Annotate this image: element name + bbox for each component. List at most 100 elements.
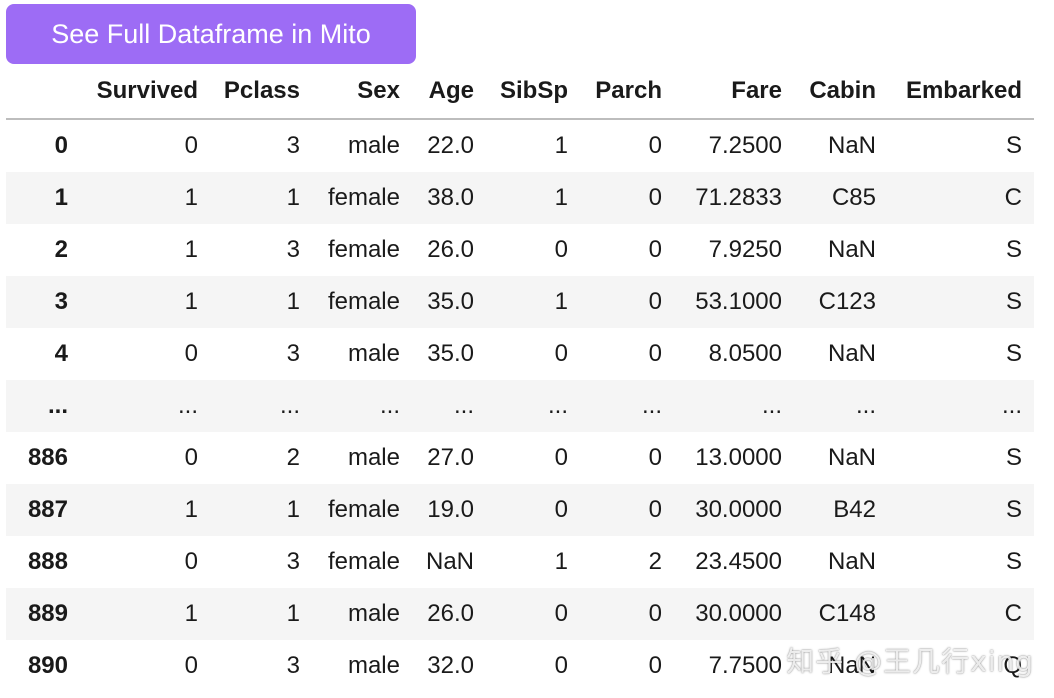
- column-header-embarked: Embarked: [888, 64, 1034, 120]
- cell-fare: 8.0500: [708, 340, 782, 367]
- cell-cabin: C85: [831, 184, 876, 211]
- cell-sibsp: 0: [554, 444, 568, 471]
- cell-age: 38.0: [427, 184, 474, 211]
- cell-pclass: 3: [286, 652, 300, 679]
- cell-cabin: NaN: [827, 652, 876, 679]
- table-row: 888 0 3 female NaN 1 2 23.4500 NaN S: [6, 536, 1034, 588]
- cell-survived: 1: [184, 600, 198, 627]
- cell-survived: ...: [177, 392, 198, 419]
- cell-cabin: B42: [833, 496, 876, 523]
- row-index-cell: 4: [54, 340, 68, 367]
- cell-survived: 1: [184, 496, 198, 523]
- cell-age: 35.0: [427, 340, 474, 367]
- cell-sibsp: 0: [554, 600, 568, 627]
- cell-sex: female: [327, 184, 400, 211]
- cell-sex: male: [347, 340, 400, 367]
- cell-age: 35.0: [427, 288, 474, 315]
- cell-sex: male: [347, 444, 400, 471]
- row-index-cell: ...: [47, 392, 68, 419]
- column-header-survived: Survived: [80, 64, 210, 120]
- cell-embarked: S: [1005, 340, 1022, 367]
- table-row: 0 0 3 male 22.0 1 0 7.2500 NaN S: [6, 119, 1034, 172]
- cell-cabin: NaN: [827, 236, 876, 263]
- cell-age: 26.0: [427, 600, 474, 627]
- cell-pclass: 3: [286, 236, 300, 263]
- table-row: 887 1 1 female 19.0 0 0 30.0000 B42 S: [6, 484, 1034, 536]
- cell-embarked: C: [1004, 600, 1022, 627]
- row-index-cell: 3: [54, 288, 68, 315]
- row-index-cell: 1: [54, 184, 68, 211]
- column-header-sex: Sex: [312, 64, 412, 120]
- cell-cabin: C148: [818, 600, 876, 627]
- cell-sibsp: 1: [554, 548, 568, 575]
- cell-cabin: ...: [855, 392, 876, 419]
- table-row: 889 1 1 male 26.0 0 0 30.0000 C148 C: [6, 588, 1034, 640]
- cell-parch: 0: [648, 496, 662, 523]
- cell-age: 27.0: [427, 444, 474, 471]
- cell-parch: 0: [648, 340, 662, 367]
- cell-parch: 0: [648, 600, 662, 627]
- column-header-cabin: Cabin: [794, 64, 888, 120]
- cell-embarked: S: [1005, 496, 1022, 523]
- cell-pclass: 3: [286, 132, 300, 159]
- cell-cabin: NaN: [827, 444, 876, 471]
- cell-fare: 13.0000: [695, 444, 782, 471]
- table-row: 3 1 1 female 35.0 1 0 53.1000 C123 S: [6, 276, 1034, 328]
- cell-age: 26.0: [427, 236, 474, 263]
- cell-embarked: ...: [1001, 392, 1022, 419]
- row-index-cell: 0: [54, 132, 68, 159]
- cell-sex: female: [327, 548, 400, 575]
- cell-parch: 0: [648, 184, 662, 211]
- cell-sibsp: 0: [554, 236, 568, 263]
- table-row: 4 0 3 male 35.0 0 0 8.0500 NaN S: [6, 328, 1034, 380]
- cell-embarked: S: [1005, 288, 1022, 315]
- cell-survived: 1: [184, 288, 198, 315]
- cell-parch: 2: [648, 548, 662, 575]
- row-index-cell: 889: [27, 600, 68, 627]
- cell-sex: male: [347, 652, 400, 679]
- table-row: 886 0 2 male 27.0 0 0 13.0000 NaN S: [6, 432, 1034, 484]
- table-row: 1 1 1 female 38.0 1 0 71.2833 C85 C: [6, 172, 1034, 224]
- column-header-parch: Parch: [580, 64, 674, 120]
- cell-survived: 0: [184, 444, 198, 471]
- cell-embarked: S: [1005, 548, 1022, 575]
- cell-embarked: C: [1004, 184, 1022, 211]
- cell-sibsp: 0: [554, 652, 568, 679]
- cell-sex: male: [347, 600, 400, 627]
- cell-fare: ...: [761, 392, 782, 419]
- row-index-cell: 2: [54, 236, 68, 263]
- cell-sibsp: 0: [554, 340, 568, 367]
- cell-fare: 30.0000: [695, 600, 782, 627]
- cell-parch: 0: [648, 288, 662, 315]
- cell-survived: 0: [184, 132, 198, 159]
- cell-survived: 1: [184, 184, 198, 211]
- index-header: [6, 64, 80, 120]
- cell-pclass: 3: [286, 548, 300, 575]
- see-full-dataframe-button[interactable]: See Full Dataframe in Mito: [6, 4, 416, 64]
- row-index-cell: 888: [27, 548, 68, 575]
- cell-survived: 0: [184, 340, 198, 367]
- row-index-cell: 887: [27, 496, 68, 523]
- cell-cabin: C123: [818, 288, 876, 315]
- cell-parch: 0: [648, 652, 662, 679]
- cell-survived: 0: [184, 548, 198, 575]
- cell-embarked: S: [1005, 236, 1022, 263]
- cell-sibsp: ...: [547, 392, 568, 419]
- cell-sex: female: [327, 496, 400, 523]
- cell-cabin: NaN: [827, 132, 876, 159]
- cell-embarked: Q: [1003, 652, 1022, 679]
- cell-pclass: 2: [286, 444, 300, 471]
- header-row: Survived Pclass Sex Age SibSp Parch Fare…: [6, 64, 1034, 120]
- cell-embarked: S: [1005, 444, 1022, 471]
- cell-cabin: NaN: [827, 548, 876, 575]
- column-header-age: Age: [412, 64, 486, 120]
- cell-sex: female: [327, 236, 400, 263]
- cell-embarked: S: [1005, 132, 1022, 159]
- cell-sex: ...: [379, 392, 400, 419]
- table-row: 2 1 3 female 26.0 0 0 7.9250 NaN S: [6, 224, 1034, 276]
- cell-pclass: 1: [286, 600, 300, 627]
- cell-fare: 7.2500: [708, 132, 782, 159]
- cell-sibsp: 1: [554, 288, 568, 315]
- cell-fare: 7.9250: [708, 236, 782, 263]
- cell-age: 22.0: [427, 132, 474, 159]
